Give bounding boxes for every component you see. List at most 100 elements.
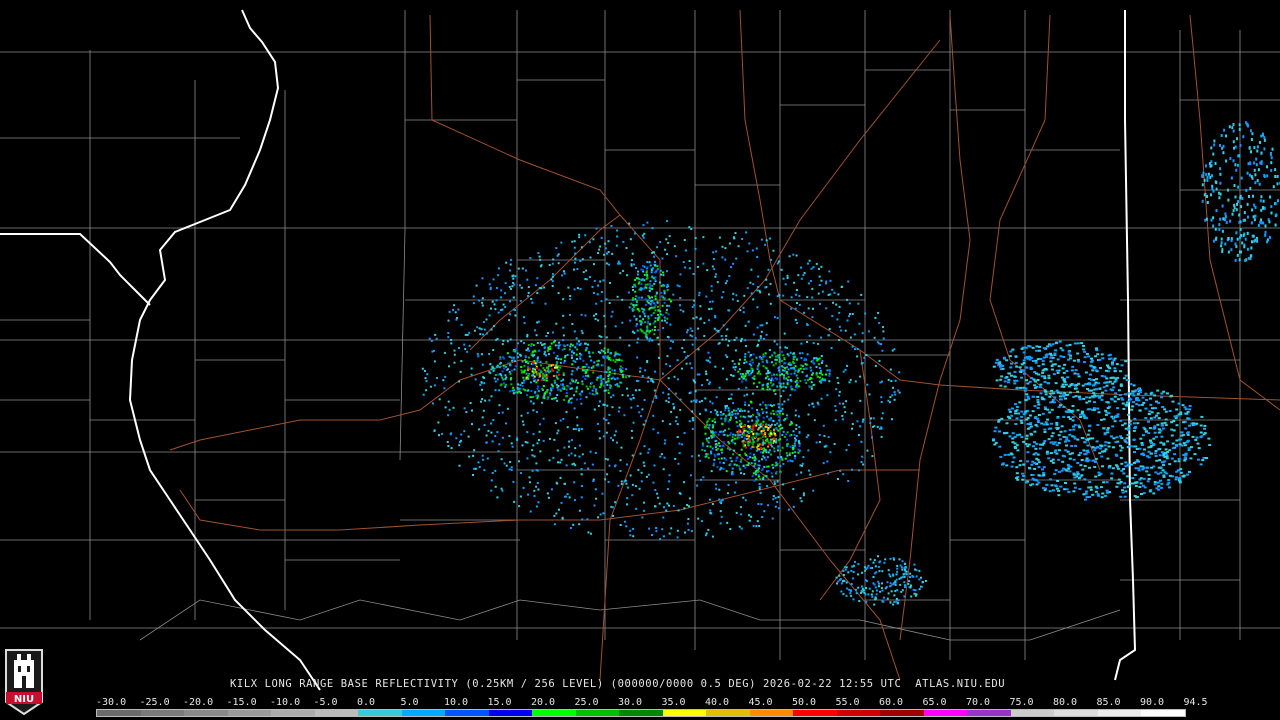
echo-pixel <box>738 377 741 380</box>
echo-pixel <box>509 288 512 290</box>
echo-pixel <box>1093 401 1096 404</box>
echo-pixel <box>778 369 781 372</box>
echo-pixel <box>449 433 452 436</box>
echo-pixel <box>635 507 638 510</box>
echo-pixel <box>576 368 579 371</box>
echo-pixel <box>655 527 658 529</box>
echo-pixel <box>1120 469 1124 472</box>
echo-pixel <box>573 352 575 355</box>
echo-pixel <box>1177 479 1181 482</box>
echo-pixel <box>1245 121 1248 125</box>
echo-pixel <box>562 378 565 381</box>
echo-pixel <box>1140 453 1144 456</box>
echo-pixel <box>492 325 495 328</box>
echo-pixel <box>1229 219 1232 223</box>
echo-pixel <box>827 472 830 475</box>
echo-pixel <box>897 389 900 392</box>
echo-pixel <box>807 379 809 382</box>
echo-pixel <box>448 408 451 411</box>
echo-pixel <box>608 464 611 467</box>
echo-pixel <box>597 516 600 519</box>
echo-pixel <box>550 342 553 345</box>
echo-pixel <box>757 343 759 346</box>
echo-pixel <box>706 269 709 272</box>
echo-pixel <box>559 361 562 364</box>
colorbar-segment <box>401 710 446 716</box>
echo-pixel <box>1244 237 1247 241</box>
echo-pixel <box>1039 383 1043 386</box>
echo-pixel <box>510 258 513 261</box>
echo-pixel <box>592 238 595 241</box>
echo-pixel <box>483 382 486 385</box>
echo-pixel <box>1072 490 1076 493</box>
echo-pixel <box>724 258 727 261</box>
echo-pixel <box>994 426 998 429</box>
echo-pixel <box>761 324 764 327</box>
echo-pixel <box>1143 428 1147 431</box>
echo-pixel <box>1263 147 1266 151</box>
echo-pixel <box>761 516 764 518</box>
echo-pixel <box>688 267 691 270</box>
echo-pixel <box>731 298 734 301</box>
echo-pixel <box>734 368 737 371</box>
echo-pixel <box>1129 398 1133 401</box>
echo-pixel <box>807 413 810 416</box>
echo-pixel <box>1000 375 1004 378</box>
echo-pixel <box>781 403 784 406</box>
echo-pixel <box>644 315 647 318</box>
echo-pixel <box>1038 386 1042 389</box>
echo-pixel <box>661 304 664 307</box>
echo-pixel <box>557 369 560 371</box>
echo-pixel <box>621 370 623 373</box>
echo-pixel <box>1246 171 1249 175</box>
echo-pixel <box>585 385 588 388</box>
echo-pixel <box>1080 437 1084 439</box>
echo-pixel <box>477 461 480 464</box>
echo-pixel <box>875 597 878 600</box>
echo-pixel <box>460 323 463 326</box>
echo-pixel <box>654 260 656 263</box>
echo-pixel <box>605 298 608 301</box>
echo-pixel <box>789 351 792 354</box>
echo-pixel <box>1227 198 1230 202</box>
echo-pixel <box>627 291 630 294</box>
echo-pixel <box>424 370 426 372</box>
echo-pixel <box>1207 172 1210 176</box>
echo-pixel <box>724 429 727 432</box>
echo-pixel <box>872 582 875 585</box>
echo-pixel <box>714 316 717 319</box>
echo-pixel <box>574 252 577 255</box>
echo-pixel <box>478 299 481 302</box>
echo-pixel <box>571 350 573 353</box>
echo-pixel <box>777 410 780 413</box>
echo-pixel <box>727 407 730 410</box>
echo-pixel <box>776 343 779 346</box>
echo-pixel <box>1054 449 1058 452</box>
echo-pixel <box>864 312 867 315</box>
echo-pixel <box>576 386 578 389</box>
echo-pixel <box>1087 425 1091 428</box>
echo-pixel <box>1170 457 1174 460</box>
echo-pixel <box>793 389 796 392</box>
echo-pixel <box>610 385 612 388</box>
echo-pixel <box>1205 217 1208 221</box>
echo-pixel <box>581 369 584 372</box>
echo-pixel <box>1137 404 1141 407</box>
echo-pixel <box>505 365 507 368</box>
echo-pixel <box>778 358 781 361</box>
echo-pixel <box>882 330 885 333</box>
echo-pixel <box>1262 221 1265 225</box>
echo-pixel <box>848 381 851 384</box>
echo-pixel <box>597 319 600 322</box>
echo-pixel <box>593 314 595 317</box>
echo-pixel <box>447 400 450 403</box>
echo-pixel <box>580 353 583 356</box>
echo-pixel <box>1112 386 1116 389</box>
echo-pixel <box>632 397 635 399</box>
scale-label: 60.0 <box>879 697 904 708</box>
echo-pixel <box>805 381 808 384</box>
echo-pixel <box>549 387 552 390</box>
echo-pixel <box>530 344 532 347</box>
echo-pixel <box>556 254 559 257</box>
echo-pixel <box>635 389 637 392</box>
